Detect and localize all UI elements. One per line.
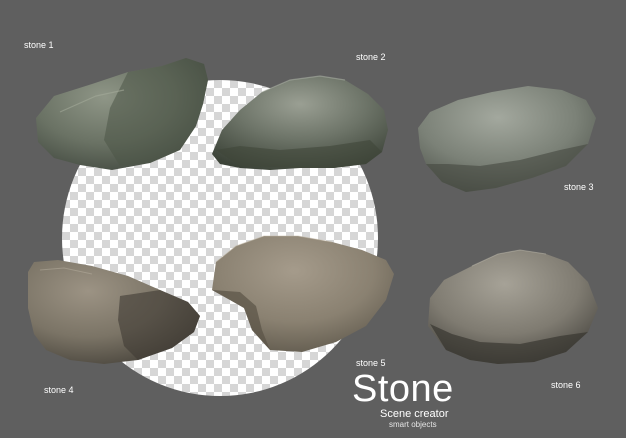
title-block: Stone Scene creator smart objects xyxy=(352,370,454,429)
stone-1 xyxy=(36,58,208,170)
stone-2-label: stone 2 xyxy=(356,52,386,62)
stone-2 xyxy=(212,75,388,170)
tagline: smart objects xyxy=(389,420,437,429)
stone-5 xyxy=(212,235,394,352)
scene-canvas: stone 1 stone 2 stone 3 stone 4 stone 5 … xyxy=(0,0,626,438)
stones-illustration xyxy=(28,58,598,364)
stone-5-label: stone 5 xyxy=(356,358,386,368)
stone-3 xyxy=(418,86,596,192)
stone-3-label: stone 3 xyxy=(564,182,594,192)
stone-4 xyxy=(28,260,200,364)
stone-1-label: stone 1 xyxy=(24,40,54,50)
stone-6 xyxy=(428,249,598,364)
subtitle: Scene creator xyxy=(380,408,449,420)
page-title: Stone xyxy=(352,368,454,410)
stone-6-label: stone 6 xyxy=(551,380,581,390)
stone-4-label: stone 4 xyxy=(44,385,74,395)
